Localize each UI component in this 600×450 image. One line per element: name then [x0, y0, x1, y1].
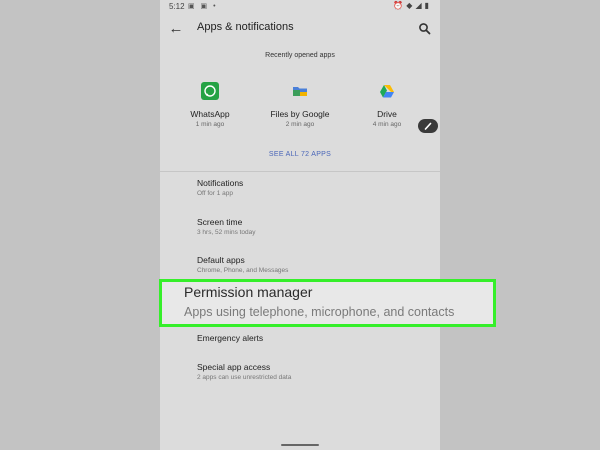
see-all-apps-link[interactable]: SEE ALL 72 APPS — [160, 151, 440, 158]
alarm-icon: ⏰ — [393, 1, 407, 10]
list-item-subtitle: Off for 1 app — [197, 190, 234, 197]
list-item-subtitle: Chrome, Phone, and Messages — [197, 267, 289, 274]
divider — [160, 171, 440, 172]
app-name: Drive — [377, 109, 397, 119]
battery-icon: ▮ — [424, 1, 432, 10]
page-title: Apps & notifications — [197, 21, 294, 33]
gesture-nav-handle[interactable] — [281, 444, 319, 446]
notification-icons: ▣ ▣ • — [188, 3, 218, 10]
back-arrow-icon[interactable]: ← — [166, 19, 186, 39]
list-item-emergency-alerts[interactable]: Emergency alerts — [197, 333, 437, 343]
app-name: WhatsApp — [190, 109, 230, 119]
pencil-icon — [424, 122, 432, 130]
recent-app-whatsapp[interactable]: WhatsApp 1 min ago — [168, 80, 252, 134]
app-bar: ← Apps & notifications — [160, 14, 440, 44]
app-time: 1 min ago — [195, 121, 225, 128]
app-time: 2 min ago — [285, 121, 315, 128]
recent-app-files[interactable]: Files by Google 2 min ago — [258, 80, 342, 134]
list-item-title: Emergency alerts — [197, 333, 264, 343]
status-bar: 5:12 ▣ ▣ • ⏰◆◢▮ — [160, 0, 440, 14]
edit-button[interactable] — [418, 119, 438, 133]
list-item-default-apps[interactable]: Default apps Chrome, Phone, and Messages — [197, 255, 437, 274]
recent-app-drive[interactable]: Drive 4 min ago — [345, 80, 429, 134]
list-item-title: Special app access — [197, 362, 271, 372]
list-item-title: Screen time — [197, 217, 243, 227]
permission-manager-item[interactable]: Permission manager Apps using telephone,… — [159, 279, 496, 327]
files-icon — [291, 82, 309, 100]
phone-screen: 5:12 ▣ ▣ • ⏰◆◢▮ ← Apps & notifications R… — [160, 0, 440, 450]
system-icons: ⏰◆◢▮ — [393, 1, 432, 10]
list-item-notifications[interactable]: Notifications Off for 1 app — [197, 178, 437, 197]
drive-icon — [378, 82, 396, 100]
recent-apps-heading: Recently opened apps — [265, 52, 335, 59]
list-item-subtitle: 3 hrs, 52 mins today — [197, 229, 256, 236]
app-time: 4 min ago — [372, 121, 402, 128]
list-item-title: Default apps — [197, 255, 245, 265]
status-time: 5:12 — [169, 2, 185, 11]
whatsapp-icon — [201, 82, 219, 100]
list-item-special-app-access[interactable]: Special app access 2 apps can use unrest… — [197, 362, 437, 381]
permission-manager-title: Permission manager — [184, 284, 313, 300]
app-name: Files by Google — [270, 109, 330, 119]
list-item-screen-time[interactable]: Screen time 3 hrs, 52 mins today — [197, 217, 437, 236]
list-item-subtitle: 2 apps can use unrestricted data — [197, 374, 292, 381]
search-icon[interactable] — [414, 18, 436, 40]
permission-manager-subtitle: Apps using telephone, microphone, and co… — [184, 305, 455, 319]
signal-icon: ◢ — [415, 1, 425, 10]
list-item-title: Notifications — [197, 178, 244, 188]
